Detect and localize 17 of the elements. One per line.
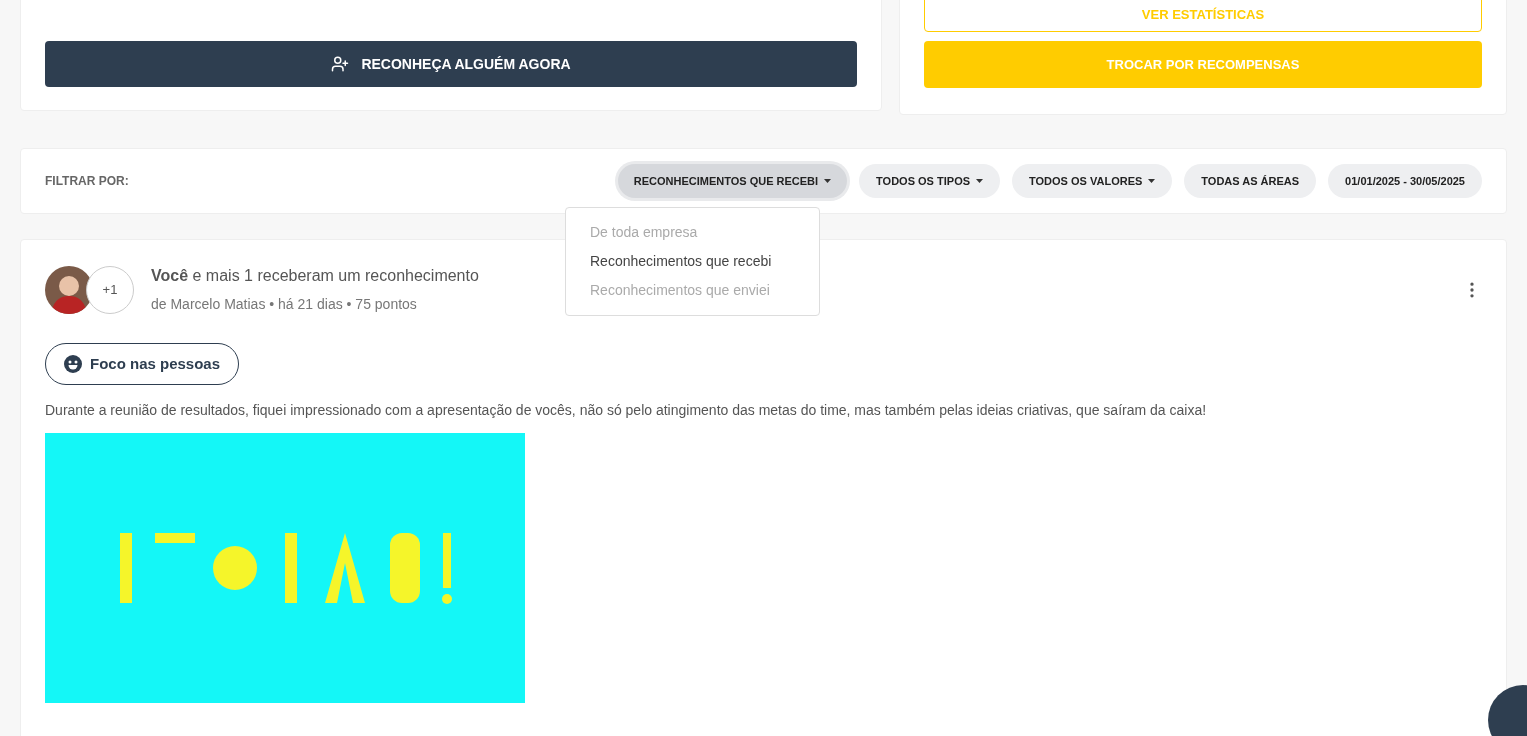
filter-button[interactable]: TODOS OS VALORES [1012,164,1173,198]
post-meta: de Marcelo Matias • há 21 dias • 75 pontos [151,295,418,314]
menu-item[interactable]: Reconhecimentos que recebi [566,247,819,276]
extra-count: +1 [86,265,134,314]
recognize-button[interactable]: RECONHEÇA ALGUÉM AGORA [45,41,857,87]
smiley-icon [64,355,82,373]
filter-button[interactable]: TODOS OS TIPOS [859,164,1001,198]
filter-button[interactable]: RECONHECIMENTOS QUE RECEBI [617,164,848,198]
filter-button[interactable]: 01/01/2025 - 30/05/2025 [1328,164,1482,198]
filter-label: FILTRAR POR: [45,173,129,190]
filter-button[interactable]: TODAS AS ÁREAS [1184,164,1317,198]
post-headline: Você e mais 1 receberam um reconhecimento [151,266,479,286]
add-user-icon [331,55,350,73]
caret-icon [824,179,832,183]
caret-icon [1148,179,1156,183]
caret-icon [976,179,984,183]
post-message: Durante a reunião de resultados, fiquei impressionado com a apresentação de vocês, não só pelo atingimento das metas do time, mas também pelas ideias criativas, que saíram da caixa! [45,401,1208,420]
